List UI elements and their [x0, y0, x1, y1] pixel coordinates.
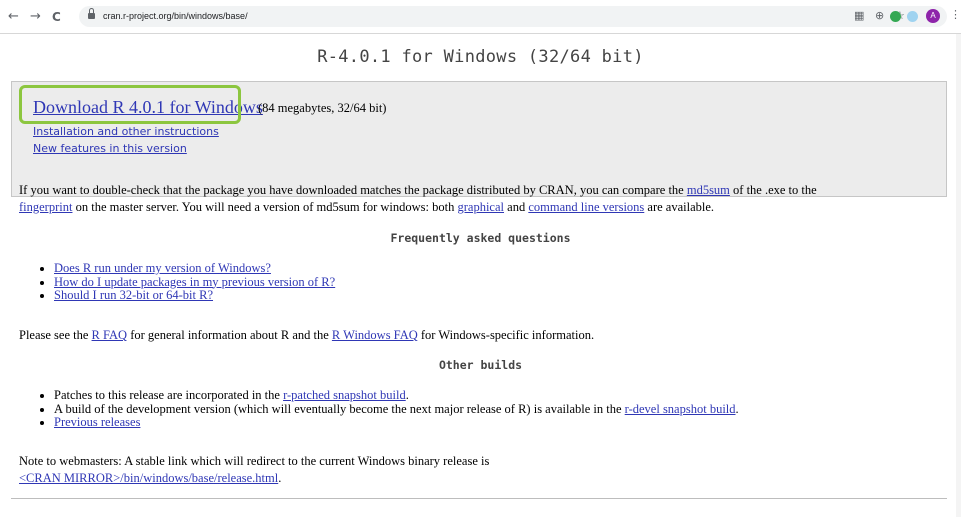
graphical-link[interactable]: graphical	[458, 200, 505, 214]
r-faq-link[interactable]: R FAQ	[92, 328, 128, 342]
list-item: Patches to this release are incorporated…	[54, 388, 739, 403]
new-features-link[interactable]: New features in this version	[33, 142, 187, 155]
list-item: Should I run 32-bit or 64-bit R?	[54, 288, 335, 303]
faq-heading: Frequently asked questions	[390, 231, 571, 245]
browser-toolbar: ← → C cran.r-project.org/bin/windows/bas…	[0, 0, 961, 34]
previous-releases-link[interactable]: Previous releases	[54, 415, 140, 429]
builds-text: .	[405, 388, 409, 402]
r-devel-snapshot-link[interactable]: r-devel snapshot build	[625, 402, 736, 416]
divider	[11, 498, 947, 499]
command-line-versions-link[interactable]: command line versions	[528, 200, 644, 214]
more-menu-icon[interactable]: ⋮	[950, 8, 961, 21]
release-html-link[interactable]: <CRAN MIRROR>/bin/windows/base/release.h…	[19, 471, 278, 485]
page-content: R-4.0.1 for Windows (32/64 bit) Download…	[0, 34, 961, 517]
list-item: How do I update packages in my previous …	[54, 275, 335, 290]
builds-text: Patches to this release are incorporated…	[54, 388, 284, 402]
list-item: A build of the development version (whic…	[54, 401, 739, 417]
fingerprint-link[interactable]: fingerprint	[19, 200, 72, 214]
faq-text: for Windows-specific information.	[417, 328, 595, 342]
extension-blue-icon[interactable]	[907, 11, 918, 22]
checksum-text: are available.	[644, 200, 715, 214]
checksum-text: If you want to double-check that the pac…	[19, 183, 687, 197]
extension-green-icon[interactable]	[890, 11, 901, 22]
forward-arrow-icon[interactable]: →	[30, 9, 41, 25]
download-size-note: (84 megabytes, 32/64 bit)	[258, 101, 387, 115]
list-item: Previous releases	[54, 415, 739, 430]
faq-update-packages-link[interactable]: How do I update packages in my previous …	[54, 275, 335, 289]
md5sum-link[interactable]: md5sum	[687, 183, 730, 197]
faq-text: for general information about R and the	[127, 328, 332, 342]
r-patched-snapshot-link[interactable]: r-patched snapshot build	[283, 388, 406, 402]
other-builds-heading: Other builds	[438, 358, 523, 372]
faq-list: Does R run under my version of Windows? …	[36, 261, 335, 303]
checksum-text: on the master server. You will need a ve…	[72, 200, 458, 214]
list-item: Does R run under my version of Windows?	[54, 261, 335, 276]
scrollbar[interactable]	[956, 34, 961, 517]
installation-instructions-link[interactable]: Installation and other instructions	[33, 125, 219, 138]
webmasters-text: .	[278, 471, 282, 485]
faq-text: Please see the	[19, 328, 92, 342]
reload-icon[interactable]: C	[52, 9, 61, 25]
translate-icon[interactable]: ▦	[854, 10, 864, 22]
faq-windows-version-link[interactable]: Does R run under my version of Windows?	[54, 261, 271, 275]
faq-32-64-bit-link[interactable]: Should I run 32-bit or 64-bit R?	[54, 288, 213, 302]
lock-icon	[88, 8, 95, 19]
download-highlight-box	[19, 85, 241, 124]
checksum-paragraph: If you want to double-check that the pac…	[19, 182, 817, 216]
builds-list: Patches to this release are incorporated…	[36, 388, 739, 430]
profile-avatar[interactable]: A	[926, 9, 940, 23]
checksum-text: and	[504, 200, 529, 214]
r-windows-faq-link[interactable]: R Windows FAQ	[332, 328, 418, 342]
webmasters-text: Note to webmasters: A stable link which …	[19, 454, 490, 468]
faq-paragraph: Please see the R FAQ for general informa…	[19, 327, 594, 344]
page-title: R-4.0.1 for Windows (32/64 bit)	[317, 47, 644, 67]
back-arrow-icon[interactable]: ←	[8, 9, 19, 25]
builds-text: .	[735, 401, 739, 416]
address-bar[interactable]: cran.r-project.org/bin/windows/base/ ▦ ⊕…	[79, 6, 947, 27]
webmasters-note: Note to webmasters: A stable link which …	[19, 453, 489, 487]
builds-text: A build of the development version (whic…	[54, 401, 625, 416]
zoom-icon[interactable]: ⊕	[875, 10, 884, 22]
checksum-text: of the .exe to the	[729, 183, 817, 197]
url-text[interactable]: cran.r-project.org/bin/windows/base/	[103, 10, 248, 23]
